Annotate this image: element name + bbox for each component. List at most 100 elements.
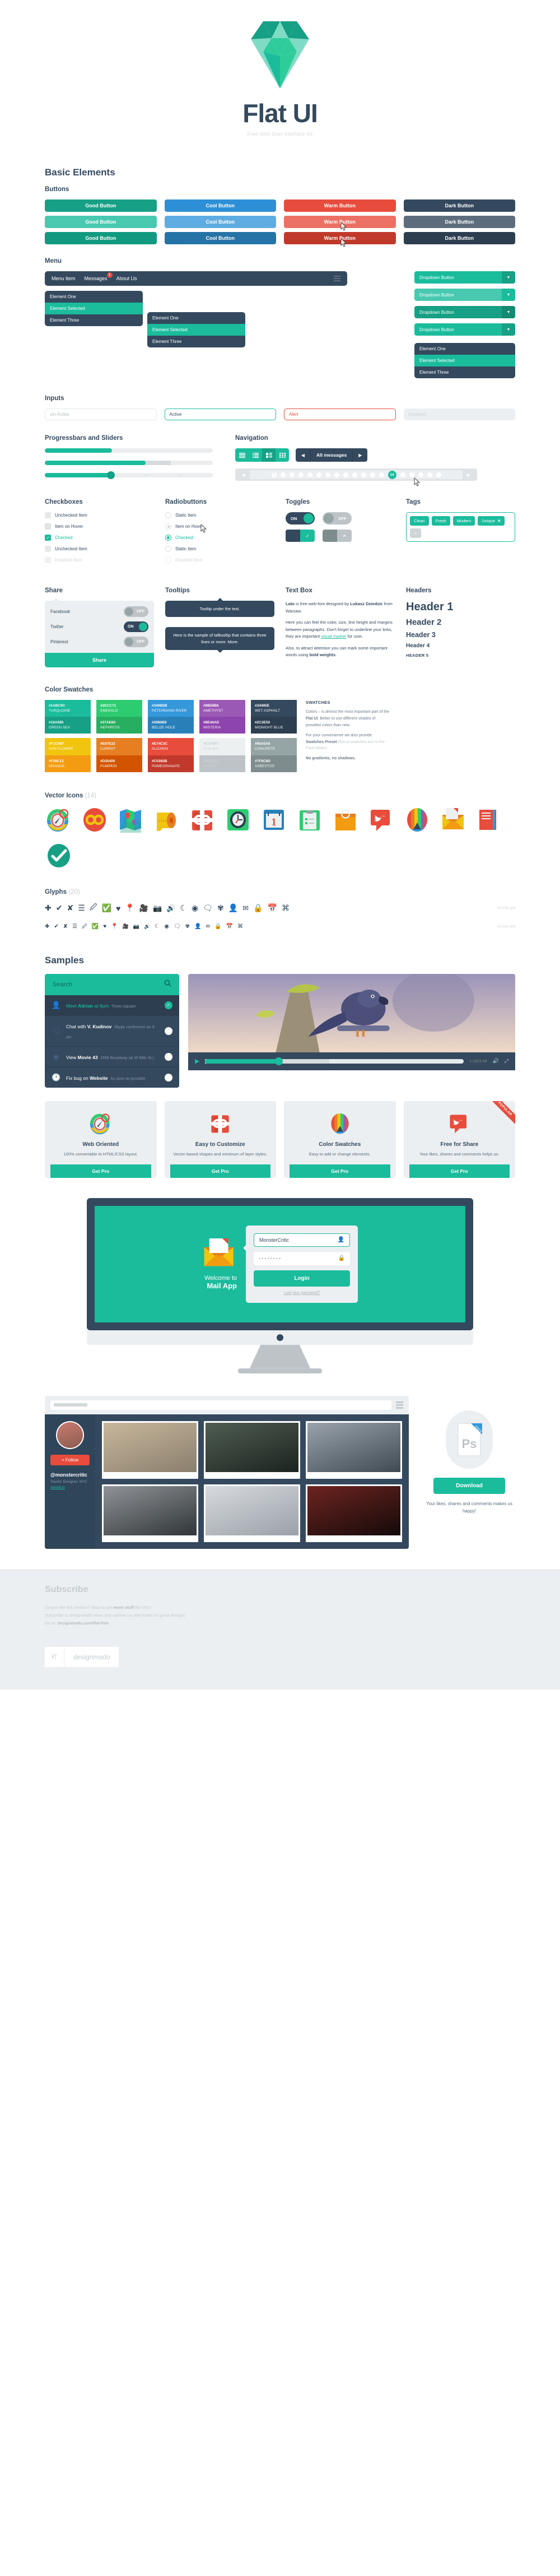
pagination-dot-first[interactable]: 1: [271, 472, 277, 477]
eye-icon[interactable]: ◉: [192, 903, 198, 913]
checkbox-row[interactable]: ✓ Checked: [45, 535, 154, 541]
pagination-dot[interactable]: [400, 472, 405, 477]
login-button[interactable]: Login: [254, 1270, 350, 1287]
good-button-hover[interactable]: Good Button: [45, 216, 157, 228]
radio-row[interactable]: Static item: [165, 512, 274, 518]
color-palette-icon[interactable]: [403, 806, 431, 834]
dropdown-item-element-three[interactable]: Element Three: [45, 314, 143, 326]
checkbox-unchecked-icon[interactable]: [45, 546, 51, 552]
dropdown-button-pressed[interactable]: Dropdown Button ▼: [414, 306, 515, 318]
pagination-dot[interactable]: [343, 472, 348, 477]
plus-icon[interactable]: ✚: [45, 903, 52, 913]
toggle-off[interactable]: OFF: [323, 512, 352, 525]
plus-icon[interactable]: ✚: [45, 923, 49, 930]
good-button-pressed[interactable]: Good Button: [45, 232, 157, 244]
facebook-toggle[interactable]: OFF: [124, 606, 148, 617]
photo-thumbnail[interactable]: [204, 1421, 300, 1479]
dropdown-item-element-selected[interactable]: Element Selected: [147, 324, 245, 336]
todo-checkbox[interactable]: [165, 1073, 172, 1082]
pagination-dot[interactable]: [325, 472, 330, 477]
check-circle-icon[interactable]: ✅: [92, 923, 99, 930]
mail-icon[interactable]: ✉: [242, 904, 249, 913]
get-pro-button[interactable]: Get Pro: [50, 1164, 151, 1178]
close-icon[interactable]: ✘: [67, 903, 73, 913]
radio-row[interactable]: Static item: [165, 546, 274, 552]
pinterest-toggle[interactable]: OFF: [124, 637, 148, 647]
play-icon[interactable]: ▶: [195, 1057, 199, 1065]
gear-icon[interactable]: ✾: [185, 923, 190, 930]
hamburger-icon[interactable]: [334, 276, 340, 281]
add-tag-button[interactable]: +: [410, 528, 422, 538]
tag-item-removable[interactable]: Unique ✕: [478, 516, 505, 526]
profile-link[interactable]: shmidt.in: [50, 1486, 90, 1489]
dropdown-item-element-one[interactable]: Element One: [414, 343, 515, 355]
pagination-dot[interactable]: [427, 472, 432, 477]
video-camera-icon[interactable]: 🎥: [139, 904, 148, 913]
comment-icon[interactable]: 🗨: [174, 923, 181, 930]
search-input[interactable]: Search: [53, 981, 164, 988]
radio-row[interactable]: Checked: [165, 535, 274, 541]
tag-item[interactable]: Fresh: [431, 516, 450, 526]
slider-control[interactable]: [45, 471, 213, 479]
triangle-right-icon[interactable]: ▶: [353, 453, 367, 458]
pagination-dot[interactable]: [418, 472, 423, 477]
user-icon[interactable]: 👤: [194, 923, 201, 930]
dropdown-button-hover[interactable]: Dropdown Button ▼: [414, 289, 515, 301]
designmodo-logo[interactable]: ℮ designmodo: [45, 1646, 119, 1667]
radio-static-icon[interactable]: [165, 512, 171, 518]
pagination-dot[interactable]: [379, 472, 384, 477]
clock-icon[interactable]: [224, 806, 252, 834]
gift-box-icon[interactable]: [188, 806, 216, 834]
warm-button-pressed[interactable]: Warm Button: [284, 232, 396, 244]
pagination-dot[interactable]: [436, 472, 441, 477]
tag-item[interactable]: Modern: [452, 516, 475, 526]
mail-icon[interactable]: ✉: [206, 923, 211, 930]
lock-icon[interactable]: 🔒: [253, 903, 263, 913]
cool-button-pressed[interactable]: Cool Button: [164, 232, 276, 244]
calendar-icon[interactable]: 📅: [226, 923, 233, 930]
list-item[interactable]: 🗨 Chat with V. Kudinov Skype conference …: [45, 1015, 179, 1047]
list-item[interactable]: 🕐 Fix bug on Website As soon as possible: [45, 1067, 179, 1088]
dropdown-item-element-selected[interactable]: Element Selected: [45, 303, 143, 314]
pagination-prev-icon[interactable]: ◀: [237, 472, 250, 477]
dropdown-item-element-one[interactable]: Element One: [147, 312, 245, 324]
gear-icon[interactable]: ✾: [217, 903, 224, 913]
toggle-square-off[interactable]: ✕: [323, 530, 352, 542]
photo-thumbnail[interactable]: [306, 1484, 402, 1542]
list-item[interactable]: ◉ View Movie 43 1998 Broadway (at W 68th…: [45, 1046, 179, 1067]
dropdown-item-element-three[interactable]: Element Three: [414, 366, 515, 378]
checkbox-row[interactable]: Unchecked Item: [45, 546, 154, 552]
warm-button-hover[interactable]: Warm Button: [284, 216, 396, 228]
heart-icon[interactable]: ♥: [103, 923, 106, 930]
photo-thumbnail[interactable]: [102, 1421, 198, 1479]
navbar-item-menu-item[interactable]: Menu Item: [52, 276, 76, 281]
shopping-bag-icon[interactable]: [332, 806, 360, 834]
cool-button[interactable]: Cool Button: [164, 199, 276, 212]
grid-view-icon[interactable]: [276, 448, 289, 462]
calendar-icon[interactable]: 📅: [267, 903, 277, 913]
edit-icon[interactable]: 🖉: [90, 902, 97, 915]
good-button[interactable]: Good Button: [45, 199, 157, 212]
cool-button-hover[interactable]: Cool Button: [164, 216, 276, 228]
radio-row[interactable]: Item on Hover: [165, 523, 274, 530]
location-pin-icon[interactable]: 📍: [111, 923, 118, 930]
check-icon[interactable]: ✔: [56, 903, 63, 913]
moon-icon[interactable]: ☾: [155, 923, 160, 930]
calendar-icon[interactable]: 1: [260, 806, 288, 834]
pagination-dot[interactable]: [334, 472, 339, 477]
navbar-item-about-us[interactable]: About Us: [116, 276, 137, 281]
get-pro-button[interactable]: Get Pro: [409, 1164, 510, 1178]
pagination-dot[interactable]: [280, 472, 286, 477]
todo-checkbox[interactable]: [165, 1052, 172, 1061]
photo-thumbnail[interactable]: [102, 1484, 198, 1542]
tags-input-box[interactable]: Clean Fresh Modern Unique ✕ +: [406, 512, 515, 542]
compass-icon[interactable]: [45, 806, 73, 834]
command-icon[interactable]: ⌘: [282, 903, 290, 913]
location-pin-icon[interactable]: 📍: [125, 903, 134, 913]
user-icon[interactable]: 👤: [228, 903, 238, 913]
pagination-dot[interactable]: [352, 472, 357, 477]
search-icon[interactable]: [164, 980, 171, 990]
envelope-icon[interactable]: [439, 806, 467, 834]
photo-camera-icon[interactable]: 📷: [153, 904, 162, 913]
infinity-icon[interactable]: [81, 806, 109, 834]
